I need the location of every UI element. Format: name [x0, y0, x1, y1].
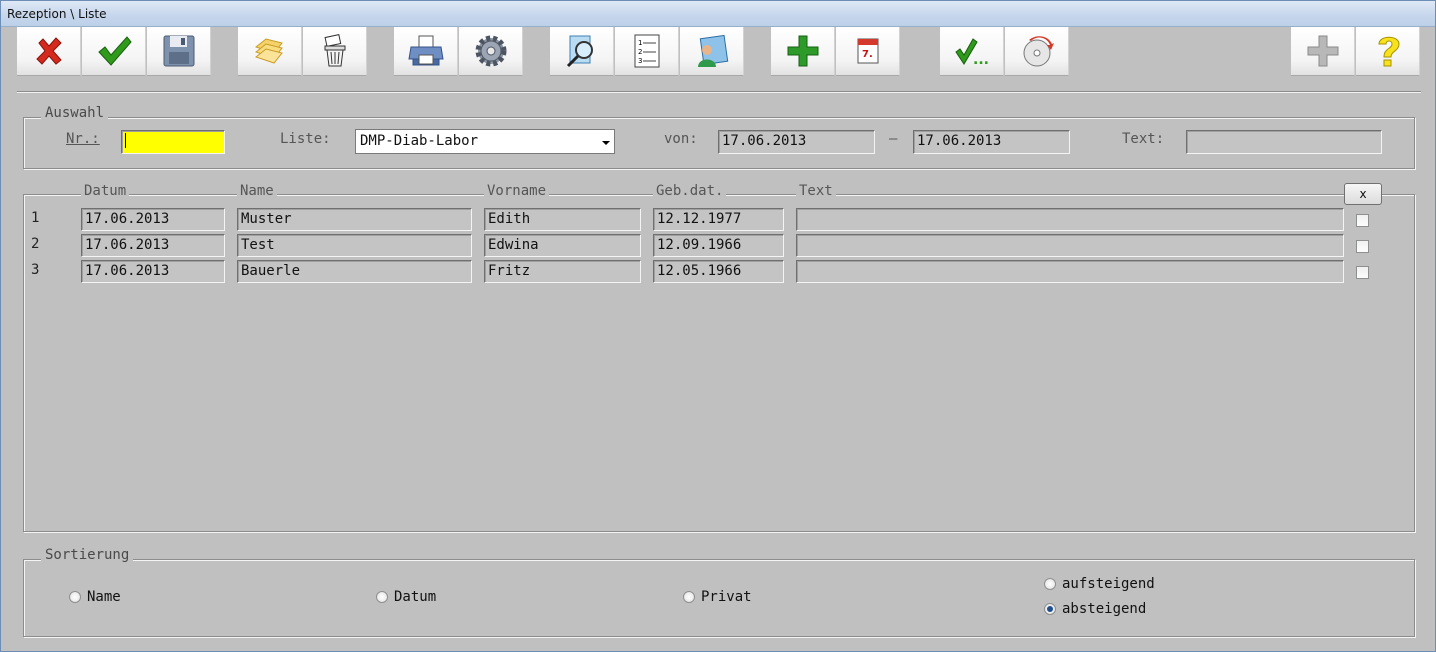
liste-select[interactable]: DMP-Diab-Labor — [355, 129, 615, 154]
close-x-icon — [36, 37, 62, 65]
cell-text[interactable] — [796, 234, 1344, 257]
checkmark-icon — [98, 36, 132, 66]
clear-selection-button[interactable]: x — [1344, 183, 1382, 205]
numbered-list-icon: 123 — [634, 34, 660, 68]
row-number: 3 — [31, 262, 40, 278]
list-button[interactable]: 123 — [615, 27, 679, 76]
gear-icon — [475, 35, 507, 67]
printer-icon — [408, 35, 444, 66]
chevron-down-icon[interactable] — [597, 130, 614, 153]
cell-vorname[interactable]: Edith — [484, 208, 641, 231]
cell-datum[interactable]: 17.06.2013 — [81, 208, 225, 231]
svg-text:2: 2 — [638, 48, 642, 56]
von-date-input[interactable]: 17.06.2013 — [718, 130, 875, 154]
search-button[interactable] — [550, 27, 614, 76]
plus-icon — [787, 35, 819, 67]
delete-button[interactable] — [303, 27, 367, 76]
svg-text:1: 1 — [638, 39, 642, 47]
toolbar-divider — [17, 91, 1421, 93]
add-disabled-button[interactable] — [1291, 27, 1355, 76]
column-header-gebdat: Geb.dat. — [653, 183, 727, 199]
cell-gebdat[interactable]: 12.09.1966 — [653, 234, 784, 257]
calendar-icon: 7. — [857, 38, 879, 64]
calendar-button[interactable]: 7. — [836, 27, 900, 76]
nr-label: Nr.: — [66, 131, 100, 147]
sort-name-radio[interactable] — [69, 591, 81, 603]
title-bar: Rezeption \ Liste — [1, 1, 1435, 27]
search-document-icon — [566, 35, 593, 68]
liste-label: Liste: — [280, 131, 331, 147]
person-card-icon — [698, 34, 729, 67]
cd-button[interactable] — [1005, 27, 1069, 76]
trash-bin-icon — [324, 34, 346, 67]
bis-date-input[interactable]: 17.06.2013 — [913, 130, 1070, 154]
settings-button[interactable] — [459, 27, 523, 76]
nr-input[interactable] — [121, 130, 225, 154]
sort-ascending-radio[interactable] — [1044, 578, 1056, 590]
cd-rom-icon — [1023, 36, 1054, 67]
row-checkbox[interactable] — [1356, 214, 1369, 227]
sort-ascending-label[interactable]: aufsteigend — [1062, 576, 1155, 592]
column-header-text: Text — [796, 183, 836, 199]
cell-datum[interactable]: 17.06.2013 — [81, 234, 225, 257]
patient-button[interactable] — [680, 27, 744, 76]
print-button[interactable] — [394, 27, 458, 76]
sort-datum-label[interactable]: Datum — [394, 589, 436, 605]
floppy-save-icon — [163, 35, 195, 67]
column-header-datum: Datum — [81, 183, 130, 199]
cell-name[interactable]: Bauerle — [237, 260, 472, 283]
text-label: Text: — [1122, 131, 1165, 147]
app-window: Rezeption \ Liste 123 7. ... Auswahl Nr.… — [0, 0, 1436, 652]
liste-selected-value: DMP-Diab-Labor — [360, 133, 479, 149]
cell-gebdat[interactable]: 12.05.1966 — [653, 260, 784, 283]
sort-name-label[interactable]: Name — [87, 589, 121, 605]
cell-vorname[interactable]: Edwina — [484, 234, 641, 257]
von-label: von: — [664, 131, 698, 147]
sort-privat-radio[interactable] — [683, 591, 695, 603]
calendar-day: 7. — [862, 49, 873, 60]
plus-gray-icon — [1307, 35, 1339, 67]
sort-privat-label[interactable]: Privat — [701, 589, 752, 605]
cell-name[interactable]: Test — [237, 234, 472, 257]
cell-name[interactable]: Muster — [237, 208, 472, 231]
column-header-name: Name — [237, 183, 277, 199]
row-checkbox[interactable] — [1356, 266, 1369, 279]
cell-vorname[interactable]: Fritz — [484, 260, 641, 283]
window-title: Rezeption \ Liste — [7, 7, 107, 21]
column-header-vorname: Vorname — [484, 183, 550, 199]
check-more-dots: ... — [973, 52, 989, 68]
cell-gebdat[interactable]: 12.12.1977 — [653, 208, 784, 231]
auswahl-legend: Auswahl — [41, 105, 109, 121]
text-filter-input[interactable] — [1186, 130, 1382, 154]
add-button[interactable] — [771, 27, 835, 76]
row-number: 1 — [31, 210, 40, 226]
check-more-button[interactable]: ... — [940, 27, 1004, 76]
check-ellipsis-icon: ... — [955, 38, 989, 68]
sort-descending-radio[interactable] — [1044, 603, 1056, 615]
cell-text[interactable] — [796, 260, 1344, 283]
sort-descending-label[interactable]: absteigend — [1062, 601, 1146, 617]
cell-datum[interactable]: 17.06.2013 — [81, 260, 225, 283]
date-range-dash: – — [889, 131, 898, 147]
folders-icon — [254, 38, 283, 64]
confirm-button[interactable] — [82, 27, 146, 76]
save-button[interactable] — [147, 27, 211, 76]
svg-text:3: 3 — [638, 57, 642, 65]
folders-button[interactable] — [238, 27, 302, 76]
cell-text[interactable] — [796, 208, 1344, 231]
help-button[interactable] — [1356, 27, 1420, 76]
window-content: 123 7. ... Auswahl Nr.: Liste: DMP-Diab-… — [1, 27, 1435, 651]
row-checkbox[interactable] — [1356, 240, 1369, 253]
sortierung-legend: Sortierung — [41, 547, 134, 563]
sort-datum-radio[interactable] — [376, 591, 388, 603]
cancel-button[interactable] — [17, 27, 81, 76]
row-number: 2 — [31, 236, 40, 252]
help-question-icon — [1378, 36, 1400, 67]
